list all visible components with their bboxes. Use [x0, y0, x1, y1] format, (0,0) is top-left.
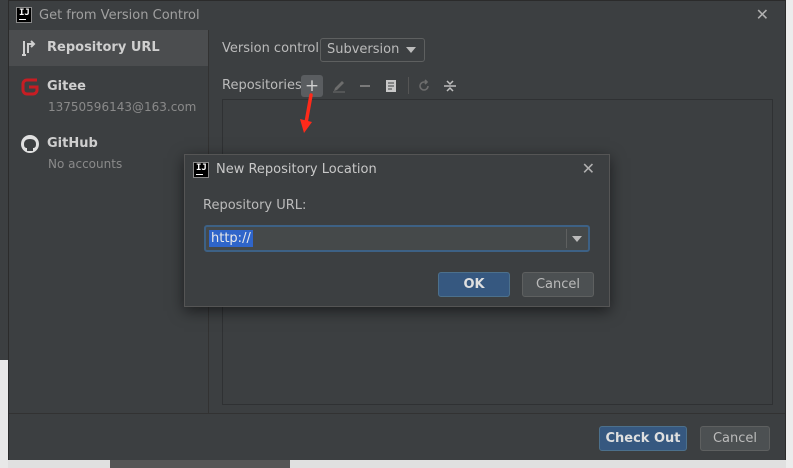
cancel-button[interactable]: Cancel: [700, 426, 770, 451]
repository-url-combo[interactable]: http://: [204, 225, 590, 252]
sidebar-item-label: GitHub: [47, 136, 98, 151]
chevron-down-icon: [406, 47, 416, 53]
combo-divider: [566, 229, 567, 248]
modal-cancel-button[interactable]: Cancel: [522, 272, 594, 297]
close-icon[interactable]: ✕: [582, 159, 595, 178]
sidebar-item-account: 13750596143@163.com: [48, 100, 197, 114]
version-control-value: Subversion: [327, 42, 400, 57]
sidebar: Repository URL Gitee 13750596143@163.com…: [9, 30, 209, 413]
repositories-label: Repositories:: [222, 78, 307, 93]
sidebar-item-repository-url[interactable]: Repository URL: [9, 30, 208, 66]
sidebar-item-label: Gitee: [47, 79, 86, 94]
annotation-arrow-icon: [300, 93, 313, 133]
get-from-vcs-dialog: IJ Get from Version Control ✕ Repository…: [8, 0, 786, 460]
background-strip-left: [0, 360, 8, 468]
title-bar: IJ Get from Version Control ✕: [9, 1, 785, 30]
ok-button[interactable]: OK: [438, 272, 510, 297]
intellij-app-icon: IJ: [193, 162, 209, 178]
dialog-footer: Check Out Cancel: [9, 413, 785, 460]
sidebar-item-gitee[interactable]: Gitee 13750596143@163.com: [9, 70, 208, 118]
sidebar-item-github[interactable]: GitHub No accounts: [9, 126, 208, 174]
window-title: Get from Version Control: [39, 8, 200, 23]
edit-icon[interactable]: [328, 75, 350, 97]
check-out-button[interactable]: Check Out: [599, 426, 687, 451]
remove-icon[interactable]: [354, 75, 376, 97]
refresh-icon[interactable]: [413, 75, 435, 97]
sidebar-item-label: Repository URL: [47, 40, 160, 55]
version-control-select[interactable]: Subversion: [320, 38, 425, 62]
github-logo-icon: [21, 135, 39, 153]
toolbar-separator: [408, 77, 409, 94]
version-control-label: Version control:: [222, 41, 324, 56]
repository-url-label: Repository URL:: [203, 198, 307, 213]
browse-icon[interactable]: [380, 75, 402, 97]
vcs-arrow-icon: [22, 40, 36, 56]
background-image-fragment: [110, 460, 290, 468]
gitee-logo-icon: [21, 78, 39, 96]
intellij-app-icon: IJ: [16, 7, 32, 23]
modal-title: New Repository Location: [216, 162, 377, 177]
collapse-all-icon[interactable]: [439, 75, 461, 97]
repository-url-input[interactable]: http://: [209, 230, 253, 247]
sidebar-item-account: No accounts: [48, 157, 123, 171]
close-icon[interactable]: ✕: [756, 5, 769, 24]
new-repository-location-dialog: IJ New Repository Location ✕ Repository …: [184, 154, 610, 307]
background-strip-right: [786, 0, 793, 468]
chevron-down-icon[interactable]: [572, 236, 582, 242]
